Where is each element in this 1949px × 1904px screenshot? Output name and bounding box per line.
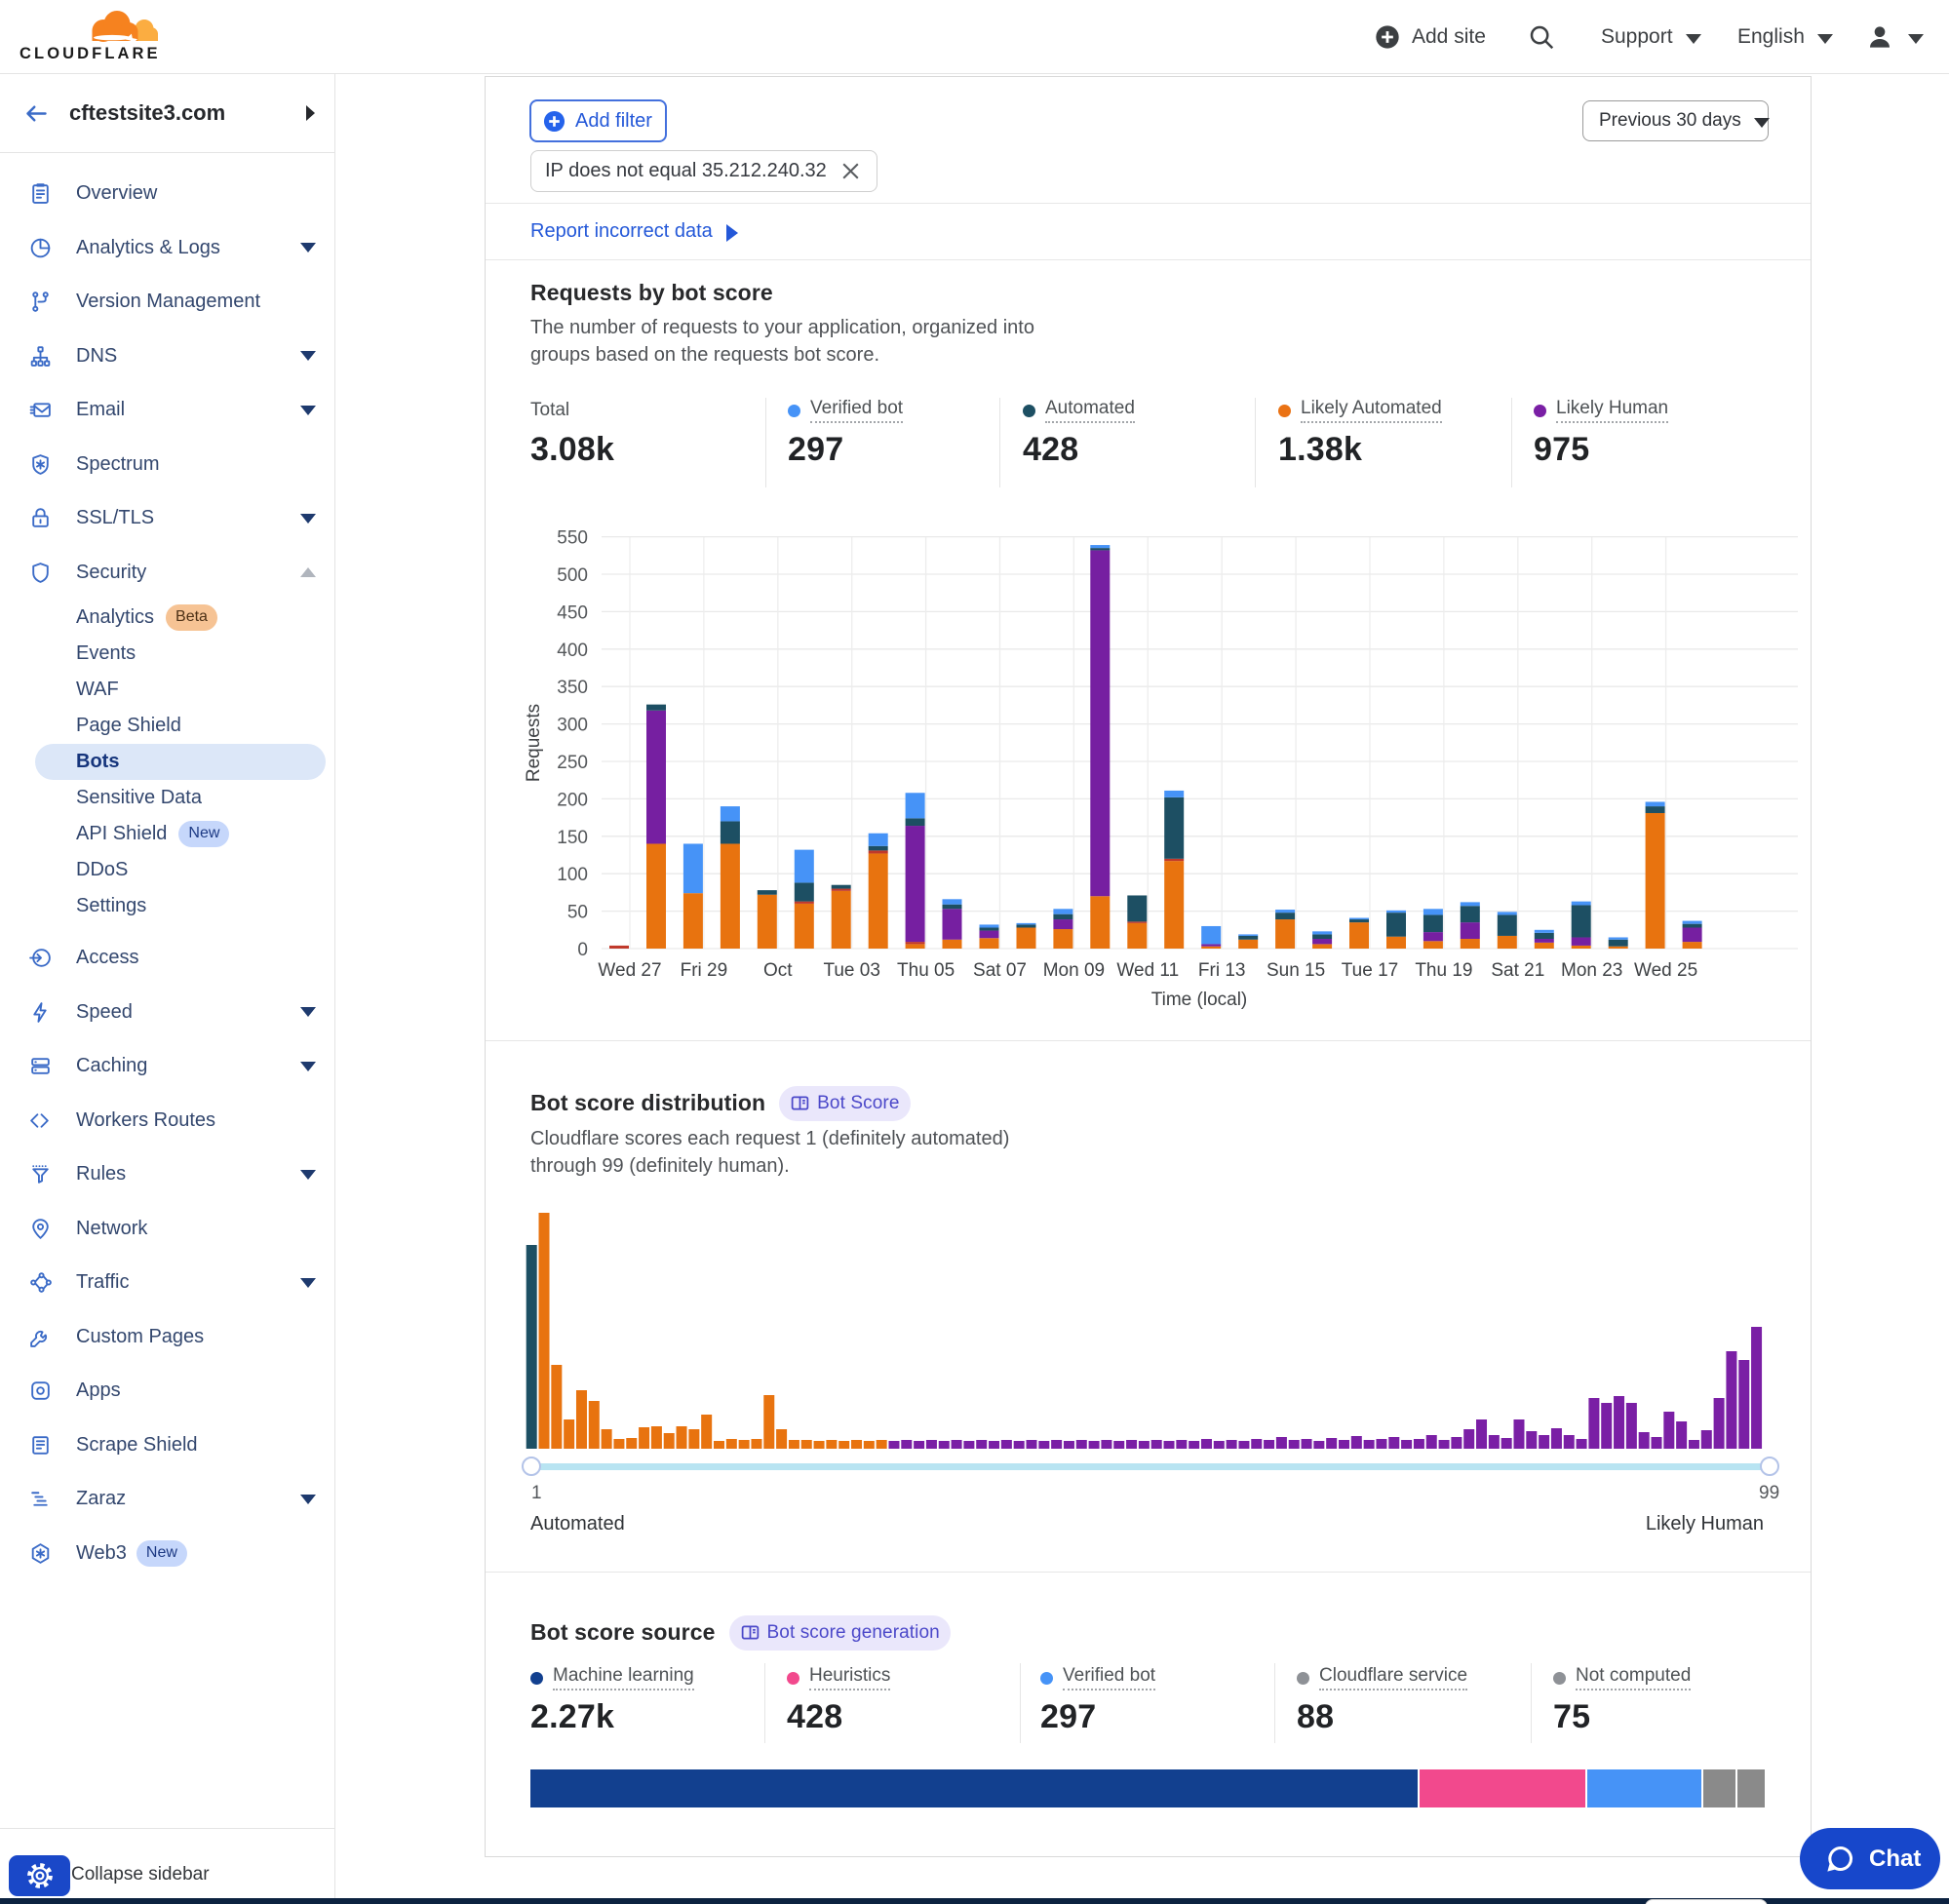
svg-text:Sat 07: Sat 07 [973, 960, 1027, 981]
svg-text:Wed 25: Wed 25 [1634, 960, 1697, 981]
svg-text:Tue 03: Tue 03 [823, 960, 879, 981]
svg-text:400: 400 [557, 641, 588, 661]
svg-text:Time (local): Time (local) [1151, 990, 1248, 1010]
svg-text:50: 50 [567, 903, 588, 923]
svg-text:Mon 23: Mon 23 [1561, 960, 1622, 981]
svg-text:Fri 13: Fri 13 [1198, 960, 1246, 981]
svg-text:350: 350 [557, 678, 588, 698]
svg-text:100: 100 [557, 865, 588, 885]
svg-text:CLOUDFLARE: CLOUDFLARE [19, 45, 161, 62]
svg-text:150: 150 [557, 828, 588, 848]
svg-text:300: 300 [557, 716, 588, 736]
svg-text:Oct: Oct [763, 960, 793, 981]
svg-text:200: 200 [557, 790, 588, 810]
svg-text:450: 450 [557, 602, 588, 623]
svg-text:250: 250 [557, 753, 588, 773]
svg-text:550: 550 [557, 528, 588, 549]
svg-text:Wed 11: Wed 11 [1116, 960, 1179, 981]
svg-text:500: 500 [557, 565, 588, 586]
svg-text:Thu 05: Thu 05 [897, 960, 955, 981]
svg-text:Sun 15: Sun 15 [1267, 960, 1325, 981]
svg-text:Requests: Requests [524, 704, 544, 782]
svg-text:Mon 09: Mon 09 [1043, 960, 1105, 981]
svg-text:0: 0 [577, 940, 588, 960]
svg-text:Sat 21: Sat 21 [1491, 960, 1544, 981]
svg-text:Fri 29: Fri 29 [681, 960, 728, 981]
svg-text:Tue 17: Tue 17 [1342, 960, 1398, 981]
svg-text:Thu 19: Thu 19 [1415, 960, 1472, 981]
svg-text:Wed 27: Wed 27 [598, 960, 661, 981]
